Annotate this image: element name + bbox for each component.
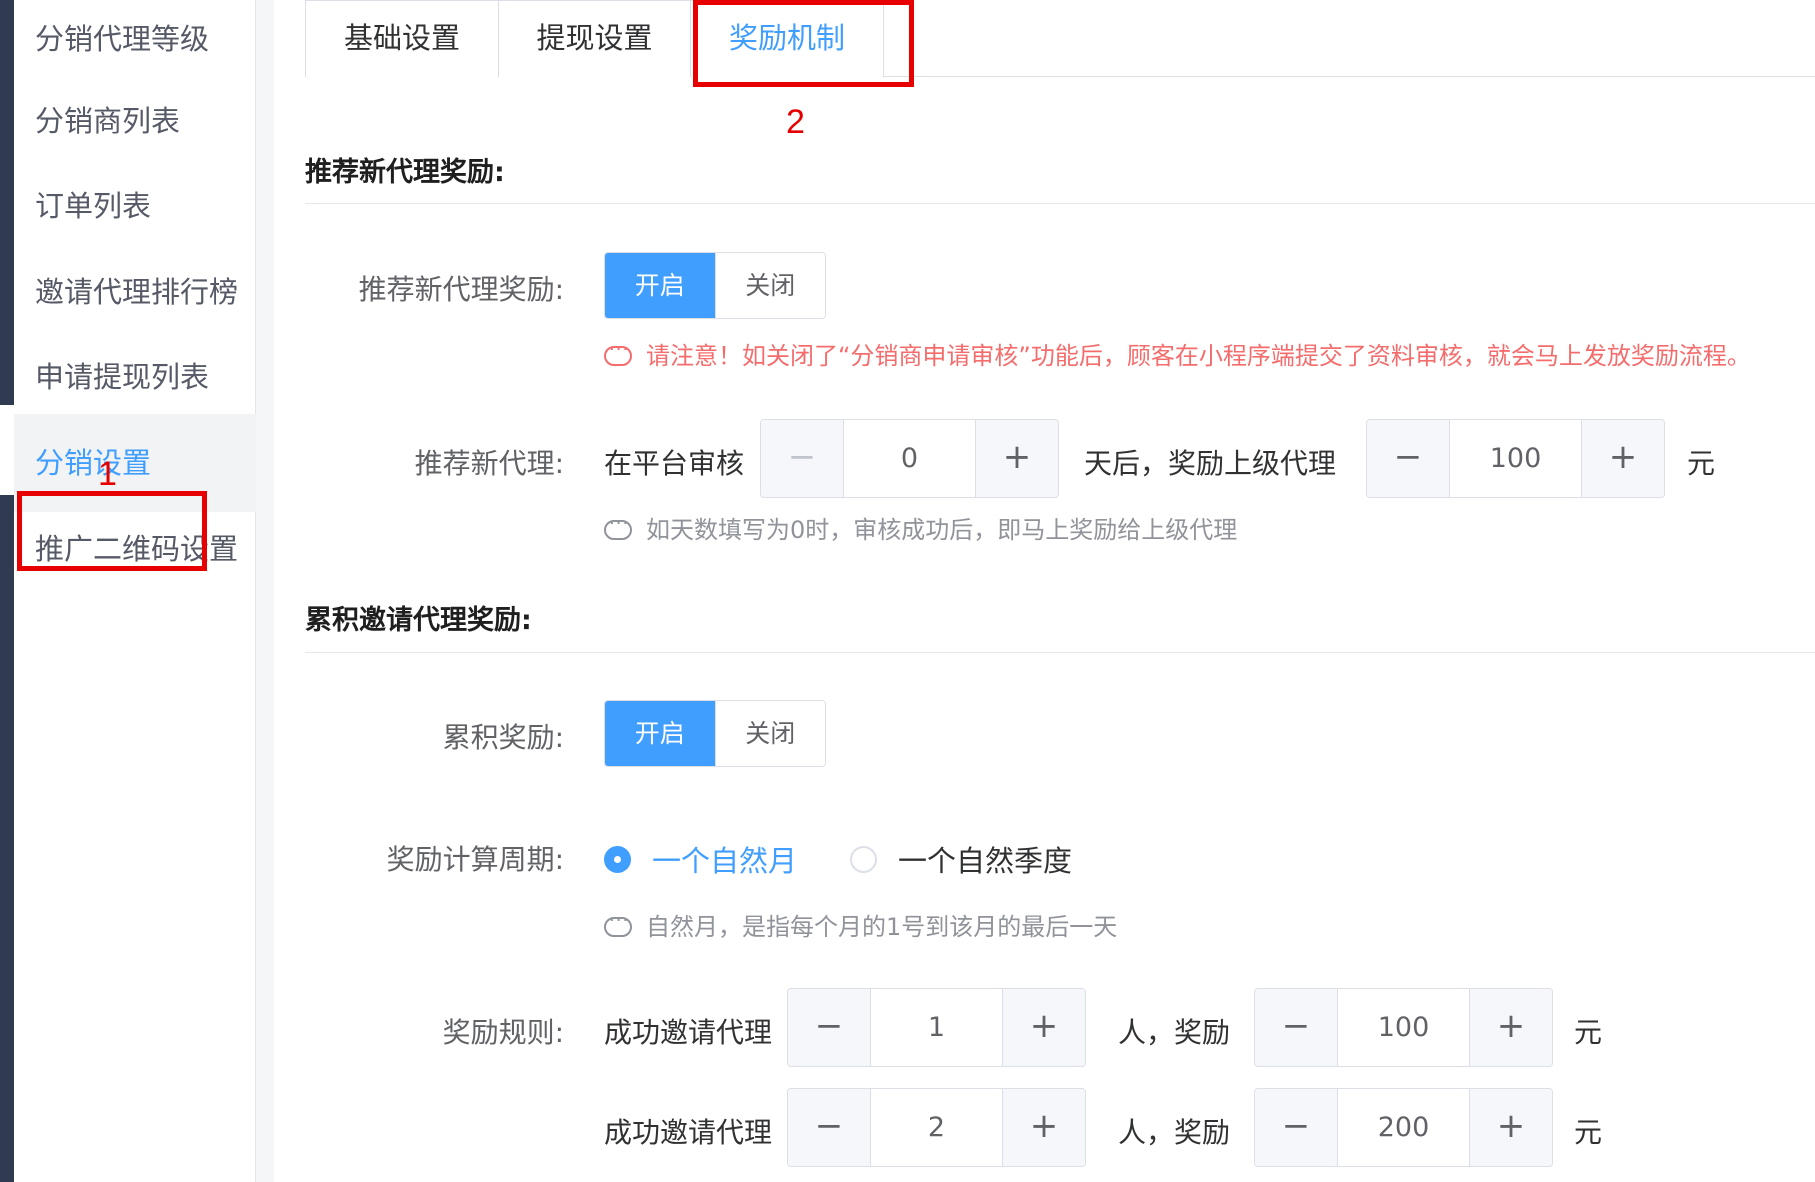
- sidebar-item-withdrawal-list[interactable]: 申请提现列表: [14, 328, 256, 426]
- plus-icon[interactable]: +: [1002, 1089, 1085, 1166]
- amount-value[interactable]: 100: [1450, 420, 1581, 497]
- rule-count-value[interactable]: 2: [871, 1089, 1002, 1166]
- section-title-recommend: 推荐新代理奖励:: [305, 157, 505, 188]
- minus-icon[interactable]: −: [788, 1089, 871, 1166]
- toggle-on-option[interactable]: 开启: [605, 253, 715, 318]
- days-hint: 如天数填写为0时，审核成功后，即马上奖励给上级代理: [604, 510, 1237, 545]
- rule-amount-stepper[interactable]: − 200 +: [1254, 1088, 1553, 1167]
- plus-icon[interactable]: +: [975, 420, 1058, 497]
- warning-message: 请注意！如关闭了“分销商申请审核”功能后，顾客在小程序端提交了资料审核，就会马上…: [604, 336, 1751, 371]
- unit-yuan: 元: [1687, 447, 1716, 480]
- minus-icon[interactable]: −: [1367, 420, 1450, 497]
- annotation-number-2: 2: [786, 103, 805, 141]
- radio-natural-month[interactable]: 一个自然月: [604, 838, 797, 880]
- days-value[interactable]: 0: [844, 420, 975, 497]
- sidebar: 分销代理等级 分销商列表 订单列表 邀请代理排行榜 申请提现列表 分销设置 推广…: [14, 0, 256, 1182]
- plus-icon[interactable]: +: [1002, 989, 1085, 1066]
- toggle-off-option[interactable]: 关闭: [714, 253, 825, 318]
- message-icon: [604, 910, 632, 937]
- toggle-off-option[interactable]: 关闭: [714, 701, 825, 766]
- section-title-cumulative: 累积邀请代理奖励:: [305, 605, 532, 636]
- cumulative-switch-label: 累积奖励:: [442, 721, 564, 754]
- radio-label: 一个自然季度: [898, 844, 1073, 878]
- annotation-box-2: [693, 0, 914, 87]
- amount-stepper[interactable]: − 100 +: [1366, 419, 1665, 498]
- toggle-on-option[interactable]: 开启: [605, 701, 715, 766]
- content-gutter: [256, 0, 274, 1182]
- rule-amount-value[interactable]: 100: [1338, 989, 1469, 1066]
- rule-middle-text: 人，奖励: [1118, 1016, 1231, 1049]
- tab-basic-settings[interactable]: 基础设置: [305, 0, 499, 77]
- minus-icon[interactable]: −: [761, 420, 844, 497]
- review-prefix-text: 在平台审核: [604, 447, 745, 480]
- minus-icon[interactable]: −: [1255, 989, 1338, 1066]
- section-divider: [305, 652, 1815, 653]
- unit-yuan: 元: [1574, 1116, 1603, 1149]
- rule-count-stepper[interactable]: − 2 +: [787, 1088, 1086, 1167]
- sidebar-item-invite-ranking[interactable]: 邀请代理排行榜: [14, 243, 256, 341]
- radio-unchecked-icon[interactable]: [850, 845, 877, 873]
- period-hint: 自然月，是指每个月的1号到该月的最后一天: [604, 907, 1117, 942]
- days-stepper[interactable]: − 0 +: [760, 419, 1059, 498]
- message-icon: [604, 339, 632, 366]
- minus-icon[interactable]: −: [1255, 1089, 1338, 1166]
- sidebar-item-distributor-list[interactable]: 分销商列表: [14, 72, 256, 170]
- tab-withdrawal-settings[interactable]: 提现设置: [498, 0, 691, 77]
- period-label: 奖励计算周期:: [386, 843, 564, 876]
- rule-count-value[interactable]: 1: [871, 989, 1002, 1066]
- rule-prefix-text: 成功邀请代理: [604, 1016, 773, 1049]
- annotation-box-1: [17, 491, 207, 571]
- message-icon: [604, 513, 632, 540]
- radio-natural-quarter[interactable]: 一个自然季度: [850, 838, 1072, 880]
- recommend-switch-label: 推荐新代理奖励:: [358, 273, 564, 306]
- unit-yuan: 元: [1574, 1016, 1603, 1049]
- warning-text: 请注意！如关闭了“分销商申请审核”功能后，顾客在小程序端提交了资料审核，就会马上…: [646, 342, 1751, 370]
- days-after-text: 天后，奖励上级代理: [1084, 447, 1337, 480]
- radio-checked-icon[interactable]: [604, 845, 631, 873]
- section-divider: [305, 203, 1815, 204]
- settings-tabs: 基础设置 提现设置 奖励机制: [305, 0, 1815, 78]
- app-nav-strip: [0, 0, 14, 405]
- rule-amount-stepper[interactable]: − 100 +: [1254, 988, 1553, 1067]
- annotation-number-1: 1: [98, 455, 117, 493]
- plus-icon[interactable]: +: [1581, 420, 1664, 497]
- period-hint-text: 自然月，是指每个月的1号到该月的最后一天: [646, 913, 1118, 941]
- days-hint-text: 如天数填写为0时，审核成功后，即马上奖励给上级代理: [646, 516, 1238, 544]
- sidebar-item-order-list[interactable]: 订单列表: [14, 157, 256, 255]
- radio-label: 一个自然月: [652, 844, 798, 878]
- rule-amount-value[interactable]: 200: [1338, 1089, 1469, 1166]
- cumulative-reward-toggle[interactable]: 开启 关闭: [604, 700, 826, 767]
- recommend-reward-toggle[interactable]: 开启 关闭: [604, 252, 826, 319]
- recommend-row-label: 推荐新代理:: [414, 447, 564, 480]
- app-nav-strip-lower: [0, 495, 14, 1182]
- minus-icon[interactable]: −: [788, 989, 871, 1066]
- rules-label: 奖励规则:: [442, 1016, 564, 1049]
- rule-count-stepper[interactable]: − 1 +: [787, 988, 1086, 1067]
- rule-middle-text: 人，奖励: [1118, 1116, 1231, 1149]
- rule-prefix-text: 成功邀请代理: [604, 1116, 773, 1149]
- main-content: 基础设置 提现设置 奖励机制 推荐新代理奖励: 推荐新代理奖励: 开启 关闭 请…: [274, 0, 1815, 1182]
- plus-icon[interactable]: +: [1469, 1089, 1552, 1166]
- plus-icon[interactable]: +: [1469, 989, 1552, 1066]
